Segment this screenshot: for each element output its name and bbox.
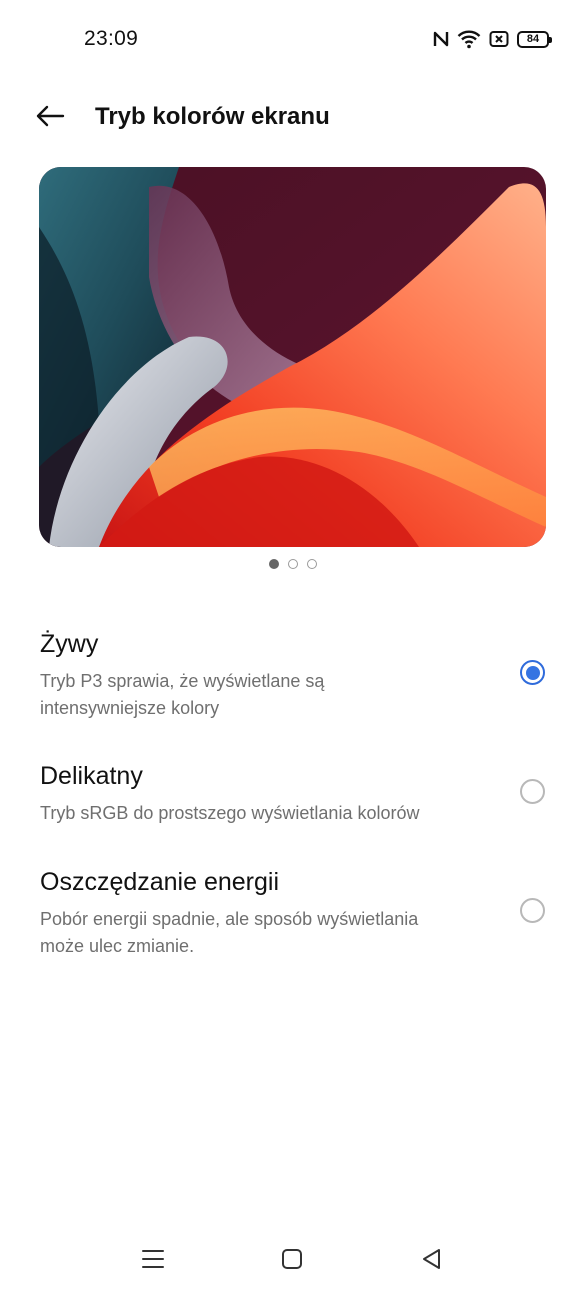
header: Tryb kolorów ekranu	[0, 90, 585, 146]
status-icons: 84	[433, 28, 552, 50]
option-description-line-2: może ulec zmianie.	[40, 936, 195, 956]
option-title: Delikatny	[40, 762, 143, 790]
status-time: 23:09	[84, 27, 139, 50]
screen: 23:09 84 Tryb kolorów ekranu Żywy Tryb P…	[0, 0, 585, 1300]
radio-button[interactable]	[520, 898, 545, 923]
option-description-line-1: Tryb P3 sprawia, że wyświetlane są	[40, 671, 325, 691]
color-mode-preview-image[interactable]	[39, 167, 546, 547]
page-title: Tryb kolorów ekranu	[95, 103, 330, 130]
page-dot-1[interactable]	[268, 559, 279, 569]
option-description-line-1: Pobór energii spadnie, ale sposób wyświe…	[40, 909, 419, 929]
no-sim-icon	[489, 30, 509, 48]
page-indicator	[0, 559, 585, 571]
back-triangle-icon	[421, 1248, 443, 1275]
recent-apps-button[interactable]	[128, 1236, 178, 1286]
battery-icon: 84	[517, 30, 552, 48]
nav-back-button[interactable]	[407, 1236, 457, 1286]
arrow-left-icon	[35, 105, 65, 132]
page-dot-3[interactable]	[306, 559, 317, 569]
menu-icon	[141, 1248, 165, 1275]
back-button[interactable]	[30, 98, 70, 138]
option-description-line-2: intensywniejsze kolory	[40, 698, 220, 718]
nfc-icon	[433, 30, 449, 48]
radio-button-selected[interactable]	[520, 660, 545, 685]
option-title: Oszczędzanie energii	[40, 868, 280, 896]
option-title: Żywy	[40, 630, 99, 658]
option-vivid[interactable]: Żywy Tryb P3 sprawia, że wyświetlane są …	[0, 630, 585, 725]
battery-level: 84	[526, 32, 540, 45]
home-icon	[281, 1248, 303, 1275]
navigation-bar	[0, 1236, 585, 1286]
status-bar: 23:09 84	[0, 0, 585, 80]
page-dot-2[interactable]	[287, 559, 298, 569]
option-power-saving[interactable]: Oszczędzanie energii Pobór energii spadn…	[0, 868, 585, 963]
home-button[interactable]	[267, 1236, 317, 1286]
option-gentle[interactable]: Delikatny Tryb sRGB do prostszego wyświe…	[0, 762, 585, 832]
radio-button[interactable]	[520, 779, 545, 804]
wifi-icon	[457, 29, 481, 49]
option-description-line-1: Tryb sRGB do prostszego wyświetlania kol…	[40, 803, 420, 823]
